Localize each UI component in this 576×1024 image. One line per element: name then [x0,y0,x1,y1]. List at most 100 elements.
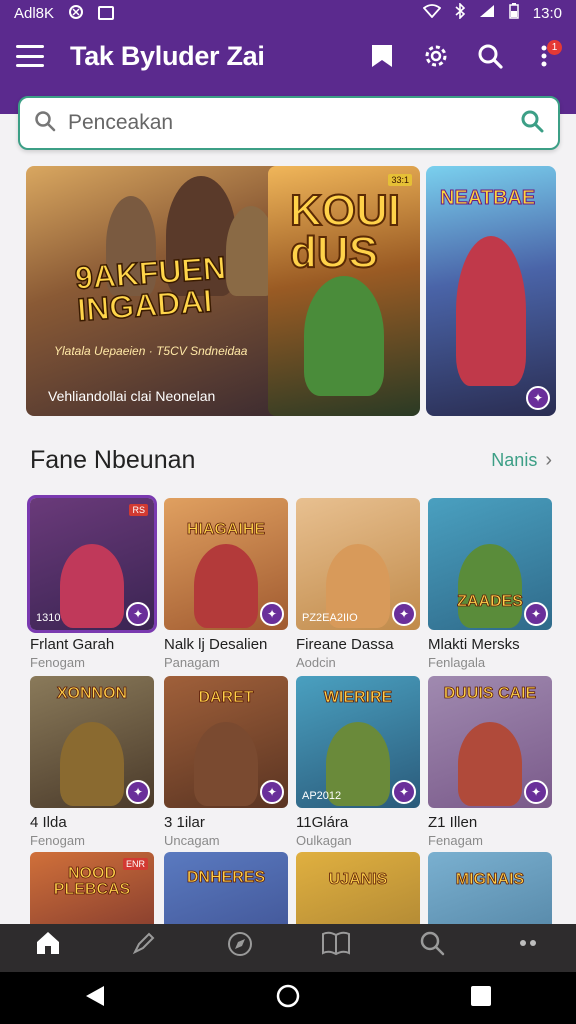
game-logo-text: UJANIS [328,871,388,888]
see-all-label: Nanis [491,450,538,470]
book-icon [321,930,351,961]
wifi-icon [422,4,442,22]
game-overlay-text: PZ2EA2IIO [302,612,358,624]
nav-search[interactable] [384,924,480,972]
nav-explore[interactable] [192,924,288,972]
section-title: Fane Nbeunan [30,446,196,474]
signal-icon [479,4,495,22]
game-character-art [60,544,124,628]
image-icon [98,6,115,20]
game-logo-text: HIAGAIHE [186,521,266,538]
featured-caption: Vehliandollai clai Neonelan [48,388,216,404]
game-overlay-text: 1310 [36,612,61,624]
game-genre: Fenlagala [428,655,486,670]
home-circle-icon[interactable] [275,983,301,1014]
status-bar: Adl8K 13:0 [0,0,576,26]
search-area: Penceakan [0,86,576,150]
game-character-art [60,722,124,806]
gear-icon[interactable] [420,40,452,72]
status-time: 13:0 [532,4,562,22]
add-icon[interactable]: ✦ [126,602,150,626]
game-genre: Fenogam [30,655,85,670]
featured-tag: 33:1 [388,174,412,186]
bluetooth-icon [455,2,465,23]
status-left-label: Adl8K [14,4,55,22]
nav-more[interactable] [480,924,576,972]
cover-art [304,276,384,396]
home-icon [34,930,62,961]
game-thumbnail: WIERIRE AP2012 ✦ [296,676,420,808]
game-name: 11Glára [296,814,349,831]
nav-create[interactable] [96,924,192,972]
game-logo-text: DARET [198,689,254,706]
nav-home[interactable] [0,924,96,972]
game-logo-text: XONNON [56,685,128,702]
game-card[interactable]: ZAADES ✦ Mlakti Mersks Fenlagala [428,498,552,670]
sync-icon [68,4,84,23]
nav-library[interactable] [288,924,384,972]
pen-icon [131,930,157,961]
featured-cover-1[interactable]: 9AKFUEN INGADAI Ylatala Uepaeien · T5CV … [26,166,304,416]
featured-cover-2[interactable]: KOUI dUS 33:1 [268,166,420,416]
add-icon[interactable]: ✦ [260,780,284,804]
add-icon[interactable]: ✦ [524,780,548,804]
game-character-art [194,722,258,806]
featured-title: NEATBAE [439,187,536,209]
section-header: Fane Nbeunan Nanis › [30,446,552,475]
game-card[interactable]: PZ2EA2IIO ✦ Fireane Dassa Aodcin [296,498,420,670]
search-icon [419,930,445,961]
game-card[interactable]: RS 1310 ✦ Frlant Garah Fenogam [27,495,157,670]
add-icon[interactable]: ✦ [260,602,284,626]
game-genre: Fenogam [30,833,85,848]
game-name: 3 1ilar [164,814,205,831]
game-name: Nalk lj Desalien [164,636,268,653]
game-tag: RS [129,504,148,516]
menu-icon[interactable] [16,45,44,67]
game-thumbnail: DARET ✦ [164,676,288,808]
system-navigation [0,972,576,1024]
more-vert-icon[interactable]: 1 [528,40,562,72]
game-logo-text: WIERIRE [323,689,393,706]
game-thumbnail: ZAADES ✦ [428,498,552,630]
add-icon[interactable]: ✦ [524,602,548,626]
game-genre: Uncagam [164,833,220,848]
game-name: Frlant Garah [30,636,115,653]
game-name: Fireane Dassa [296,636,394,653]
game-thumbnail: HIAGAIHE ✦ [164,498,288,630]
game-name: Mlakti Mersks [428,636,520,653]
game-name: 4 Ilda [30,814,67,831]
add-icon[interactable]: ✦ [392,602,416,626]
game-logo-text: MIGNAIS [455,871,525,888]
more-icon [514,930,542,961]
add-to-library-icon[interactable]: ✦ [526,386,550,410]
game-card[interactable]: HIAGAIHE ✦ Nalk lj Desalien Panagam [164,498,288,670]
game-card[interactable]: WIERIRE AP2012 ✦ 11Glára Oulkagan [296,676,420,848]
game-genre: Panagam [164,655,220,670]
bookmark-icon[interactable] [366,40,398,72]
game-logo-text: DUUIS CAIE [443,685,537,702]
game-thumbnail: RS 1310 ✦ [27,495,157,633]
add-icon[interactable]: ✦ [126,780,150,804]
game-logo-text: NOOD PLEBCAS [53,865,131,898]
see-all-link[interactable]: Nanis › [491,449,552,472]
featured-subtitle: Ylatala Uepaeien · T5CV Sndneidaa [54,344,248,358]
game-name: Z1 Illen [428,814,478,831]
battery-icon [509,3,519,23]
game-card[interactable]: DUUIS CAIE ✦ Z1 Illen Fenagam [428,676,552,848]
featured-carousel[interactable]: 9AKFUEN INGADAI Ylatala Uepaeien · T5CV … [26,166,556,416]
back-icon[interactable] [84,984,106,1013]
search-input[interactable]: Penceakan [18,96,560,150]
game-character-art [458,722,522,806]
featured-title: 9AKFUEN INGADAI [73,249,228,329]
game-character-art [194,544,258,628]
featured-title: KOUI dUS [289,186,401,277]
compass-icon [226,930,254,963]
game-overlay-text: AP2012 [302,790,342,802]
search-submit-icon[interactable] [520,109,544,138]
game-card[interactable]: XONNON ✦ 4 Ilda Fenogam [30,676,154,848]
search-icon[interactable] [474,40,506,72]
recents-icon[interactable] [470,985,492,1012]
game-card[interactable]: DARET ✦ 3 1ilar Uncagam [164,676,288,848]
add-icon[interactable]: ✦ [392,780,416,804]
featured-cover-3[interactable]: NEATBAE ✦ [426,166,556,416]
